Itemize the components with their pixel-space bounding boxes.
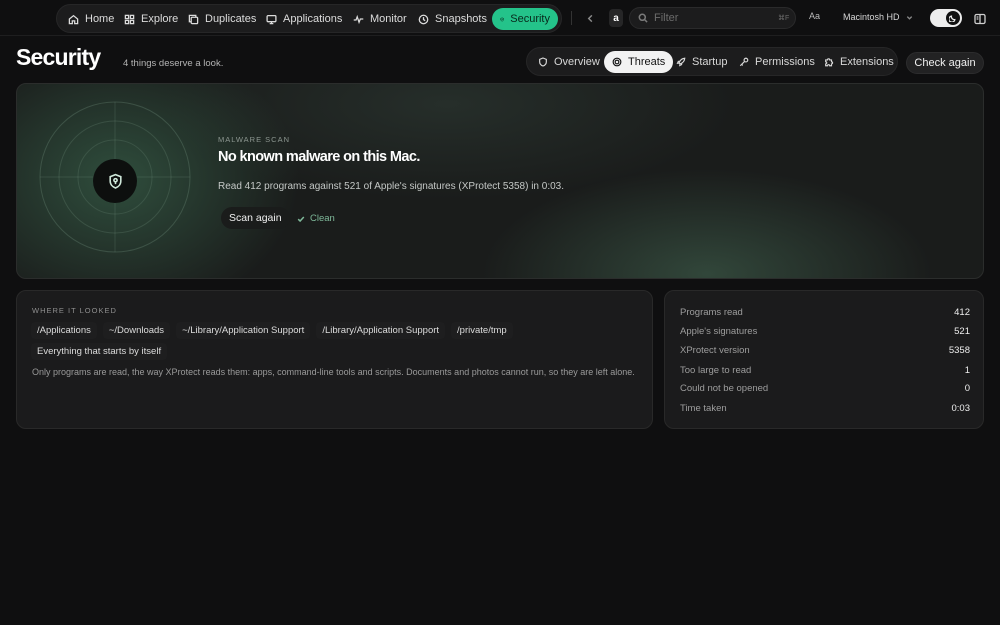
nav-item-label: Explore [141, 13, 179, 25]
sidebar-icon [974, 13, 986, 25]
scan-status-label: Clean [310, 213, 335, 224]
chevron-down-icon [906, 15, 912, 20]
main-nav: Home Explore Duplicates Applications Mon… [56, 4, 562, 33]
tab-startup[interactable]: Startup [668, 51, 735, 73]
path-chip: /private/tmp [451, 322, 513, 339]
stat-label: XProtect version [680, 344, 750, 356]
nav-item-explore[interactable]: Explore [116, 8, 186, 30]
path-chip: /Applications [31, 322, 97, 339]
disk-label: Macintosh HD [843, 12, 900, 22]
scan-stats-card: Programs read 412 Apple's signatures 521… [664, 290, 984, 429]
stat-label: Could not be opened [680, 382, 769, 394]
where-it-looked-card: WHERE IT LOOKED /Applications ~/Download… [16, 290, 653, 429]
search-icon [638, 13, 648, 23]
stat-value: 0:03 [951, 402, 971, 414]
stat-row: Time taken 0:03 [680, 401, 970, 415]
stat-row: Too large to read 1 [680, 363, 970, 377]
looked-note: Only programs are read, the way XProtect… [32, 367, 635, 377]
stat-value: 5358 [948, 344, 970, 356]
hero-title: No known malware on this Mac. [218, 149, 420, 165]
pulse-icon [353, 14, 364, 24]
stat-label: Programs read [680, 306, 743, 318]
tab-label: Threats [628, 56, 666, 68]
nav-item-monitor[interactable]: Monitor [345, 8, 415, 30]
nav-item-label: Snapshots [435, 13, 487, 25]
nav-item-label: Monitor [370, 13, 407, 25]
tab-extensions[interactable]: Extensions [816, 51, 902, 73]
shield-badge [93, 159, 137, 203]
monitor-icon [266, 14, 277, 24]
nav-item-duplicates[interactable]: Duplicates [180, 8, 264, 30]
stat-row: Apple's signatures 521 [680, 324, 970, 338]
tab-label: Overview [554, 56, 600, 68]
tab-threats[interactable]: Threats [604, 51, 674, 73]
scan-status: Clean [297, 213, 335, 224]
filter-input[interactable] [654, 12, 772, 24]
tab-overview[interactable]: Overview [530, 51, 608, 73]
rocket-icon [676, 57, 686, 67]
tab-label: Startup [692, 56, 728, 68]
hero-eyebrow: MALWARE SCAN [218, 135, 291, 144]
shield-lock-icon [108, 173, 122, 189]
target-icon [612, 57, 622, 67]
page-title: Security [16, 44, 101, 70]
hero-description: Read 412 programs against 521 of Apple's… [218, 181, 565, 192]
disk-selector[interactable]: Macintosh HD [843, 12, 913, 22]
moon-icon [946, 11, 960, 25]
nav-item-label: Security [510, 13, 550, 25]
key-icon [739, 57, 749, 67]
sidebar-toggle-button[interactable] [974, 12, 986, 25]
stat-value: 412 [954, 306, 970, 318]
font-size-button[interactable]: Aa [809, 11, 820, 21]
check-icon [297, 215, 305, 222]
nav-item-label: Duplicates [205, 13, 257, 25]
tab-label: Extensions [840, 56, 894, 68]
theme-toggle[interactable] [930, 9, 962, 27]
nav-item-snapshots[interactable]: Snapshots [410, 8, 495, 30]
nav-item-home[interactable]: Home [60, 8, 122, 30]
top-bar: Home Explore Duplicates Applications Mon… [0, 0, 1000, 36]
copy-icon [188, 14, 199, 24]
account-button[interactable]: a [609, 9, 623, 27]
puzzle-icon [825, 58, 834, 67]
path-chip: ~/Library/Application Support [176, 322, 311, 339]
stat-value: 1 [964, 364, 970, 376]
clock-icon [418, 14, 429, 24]
tab-label: Permissions [755, 56, 815, 68]
stat-label: Too large to read [680, 364, 752, 376]
card-label: WHERE IT LOOKED [32, 306, 117, 315]
stat-value: 521 [954, 325, 970, 337]
stat-label: Apple's signatures [680, 325, 758, 337]
back-button[interactable] [582, 9, 598, 27]
stat-value: 0 [964, 382, 970, 394]
filter-search[interactable]: ⌘F [629, 7, 796, 29]
stat-row: Could not be opened 0 [680, 381, 970, 395]
malware-scan-hero: MALWARE SCAN No known malware on this Ma… [16, 83, 984, 279]
check-again-button[interactable]: Check again [906, 52, 984, 74]
security-tabs: Overview Threats Startup Permissions Ext… [526, 47, 898, 76]
shield-icon [539, 57, 547, 67]
scan-again-button[interactable]: Scan again [221, 207, 290, 229]
home-icon [68, 14, 79, 24]
tab-permissions[interactable]: Permissions [731, 51, 823, 73]
shortcut-hint: ⌘F [778, 15, 790, 22]
path-chip: ~/Downloads [102, 322, 171, 339]
chevron-left-icon [587, 14, 592, 22]
scanned-paths: /Applications ~/Downloads ~/Library/Appl… [31, 322, 641, 360]
shield-icon [500, 17, 504, 21]
grid-icon [124, 14, 135, 24]
nav-item-label: Applications [283, 13, 343, 25]
nav-item-applications[interactable]: Applications [258, 8, 350, 30]
stat-row: Programs read 412 [680, 305, 970, 319]
page-subtitle: 4 things deserve a look. [123, 58, 224, 69]
nav-item-security[interactable]: Security [492, 8, 558, 30]
path-chip: Everything that starts by itself [31, 343, 168, 360]
path-chip: /Library/Application Support [316, 322, 446, 339]
stat-label: Time taken [680, 402, 727, 414]
nav-item-label: Home [85, 13, 115, 25]
toolbar-divider [571, 11, 572, 25]
stat-row: XProtect version 5358 [680, 343, 970, 357]
